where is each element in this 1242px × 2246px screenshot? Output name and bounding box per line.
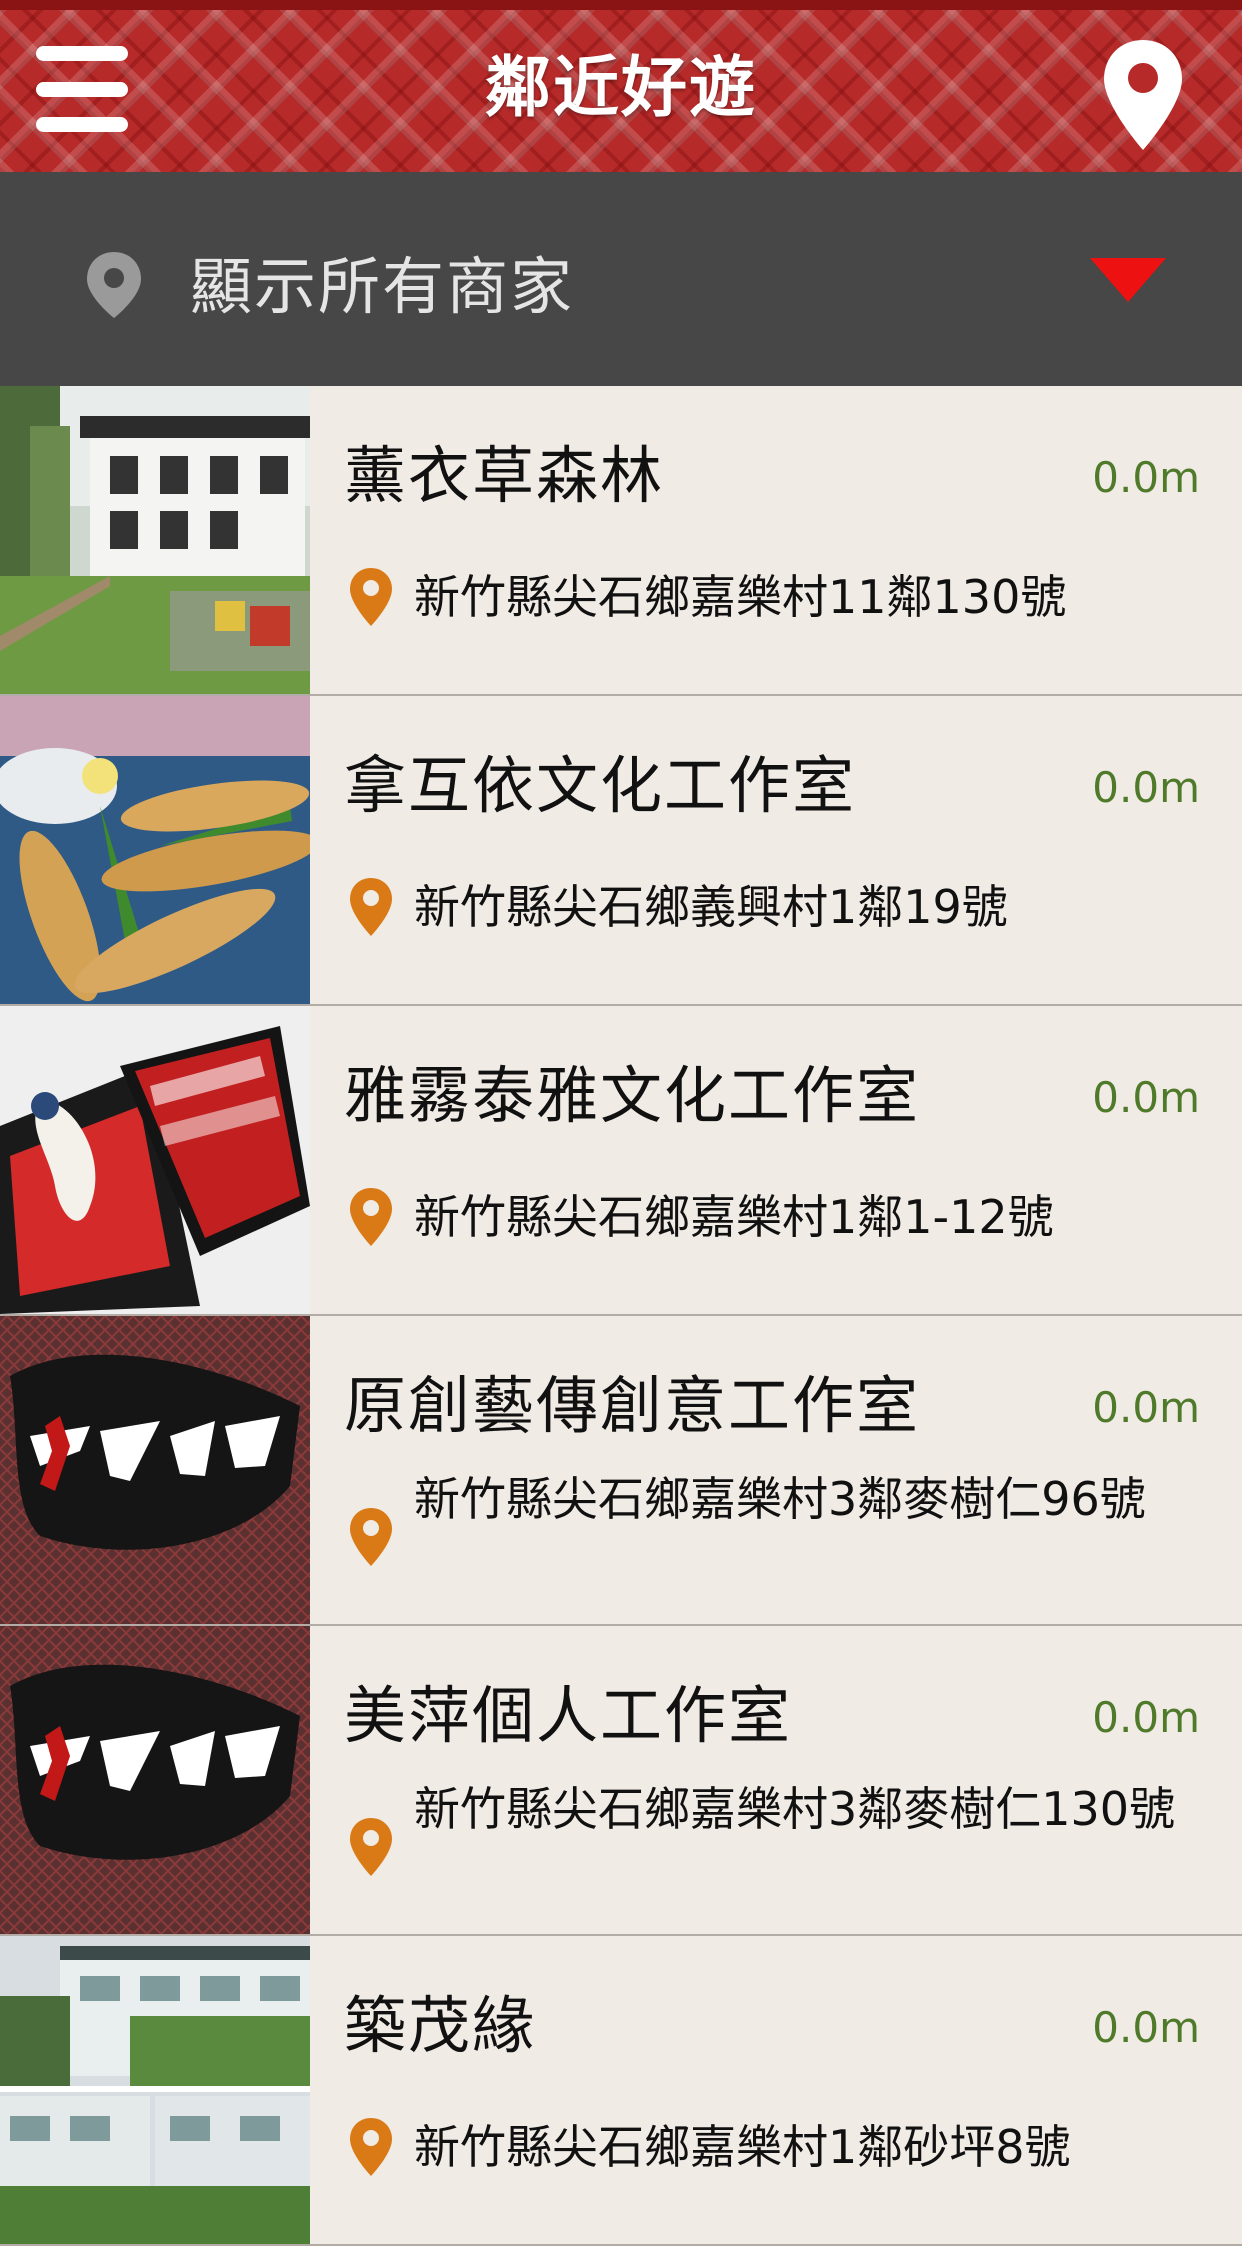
address-pin-icon — [350, 2118, 392, 2176]
hotel-buildings-photo — [0, 1936, 310, 2244]
shop-name: 原創藝傳創意工作室 — [344, 1369, 921, 1442]
page-title: 鄰近好遊 — [485, 49, 757, 126]
shop-name: 築茂緣 — [344, 1989, 537, 2062]
shop-name: 薰衣草森林 — [344, 439, 665, 512]
shop-distance: 0.0m — [1092, 1383, 1200, 1432]
shop-list: 薰衣草森林 0.0m 新竹縣尖石鄉嘉樂村11鄰130號 拿互依文化工作室 0.0… — [0, 386, 1242, 2246]
shop-address: 新竹縣尖石鄉嘉樂村1鄰砂坪8號 — [414, 2120, 1071, 2174]
filter-label: 顯示所有商家 — [190, 250, 575, 323]
list-item[interactable]: 築茂緣 0.0m 新竹縣尖石鄉嘉樂村1鄰砂坪8號 — [0, 1936, 1242, 2246]
list-item[interactable]: 雅霧泰雅文化工作室 0.0m 新竹縣尖石鄉嘉樂村1鄰1-12號 — [0, 1006, 1242, 1316]
shop-address: 新竹縣尖石鄉嘉樂村1鄰1-12號 — [414, 1190, 1054, 1244]
address-pin-icon — [350, 878, 392, 936]
shop-address: 新竹縣尖石鄉嘉樂村3鄰麥樹仁130號 — [414, 1782, 1176, 1836]
lodge-building-photo — [0, 386, 310, 694]
address-pin-icon — [350, 1508, 392, 1566]
tooth-pendant-box-photo — [0, 1006, 310, 1314]
shop-name: 美萍個人工作室 — [344, 1679, 793, 1752]
address-pin-icon — [350, 568, 392, 626]
shop-distance: 0.0m — [1092, 1073, 1200, 1122]
store-filter-dropdown[interactable]: 顯示所有商家 — [0, 172, 1242, 386]
shop-name: 拿互依文化工作室 — [344, 749, 857, 822]
shop-distance: 0.0m — [1092, 453, 1200, 502]
map-pin-icon[interactable] — [1100, 36, 1186, 154]
address-pin-icon — [350, 1818, 392, 1876]
jianshi-logo — [0, 1316, 310, 1624]
app-header: 鄰近好遊 — [0, 0, 1242, 172]
shop-distance: 0.0m — [1092, 1693, 1200, 1742]
shop-address: 新竹縣尖石鄉嘉樂村11鄰130號 — [414, 570, 1067, 624]
list-item[interactable]: 拿互依文化工作室 0.0m 新竹縣尖石鄉義興村1鄰19號 — [0, 696, 1242, 1006]
shop-distance: 0.0m — [1092, 763, 1200, 812]
list-item[interactable]: 原創藝傳創意工作室 0.0m 新竹縣尖石鄉嘉樂村3鄰麥樹仁96號 — [0, 1316, 1242, 1626]
triangle-down-icon[interactable] — [1090, 258, 1166, 302]
shop-name: 雅霧泰雅文化工作室 — [344, 1059, 921, 1132]
shop-address: 新竹縣尖石鄉義興村1鄰19號 — [414, 880, 1008, 934]
bird-millet-craft-photo — [0, 696, 310, 1004]
address-pin-icon — [350, 1188, 392, 1246]
location-pin-icon — [87, 252, 141, 318]
jianshi-logo — [0, 1626, 310, 1934]
shop-distance: 0.0m — [1092, 2003, 1200, 2052]
list-item[interactable]: 薰衣草森林 0.0m 新竹縣尖石鄉嘉樂村11鄰130號 — [0, 386, 1242, 696]
shop-address: 新竹縣尖石鄉嘉樂村3鄰麥樹仁96號 — [414, 1472, 1146, 1526]
list-item[interactable]: 美萍個人工作室 0.0m 新竹縣尖石鄉嘉樂村3鄰麥樹仁130號 — [0, 1626, 1242, 1936]
